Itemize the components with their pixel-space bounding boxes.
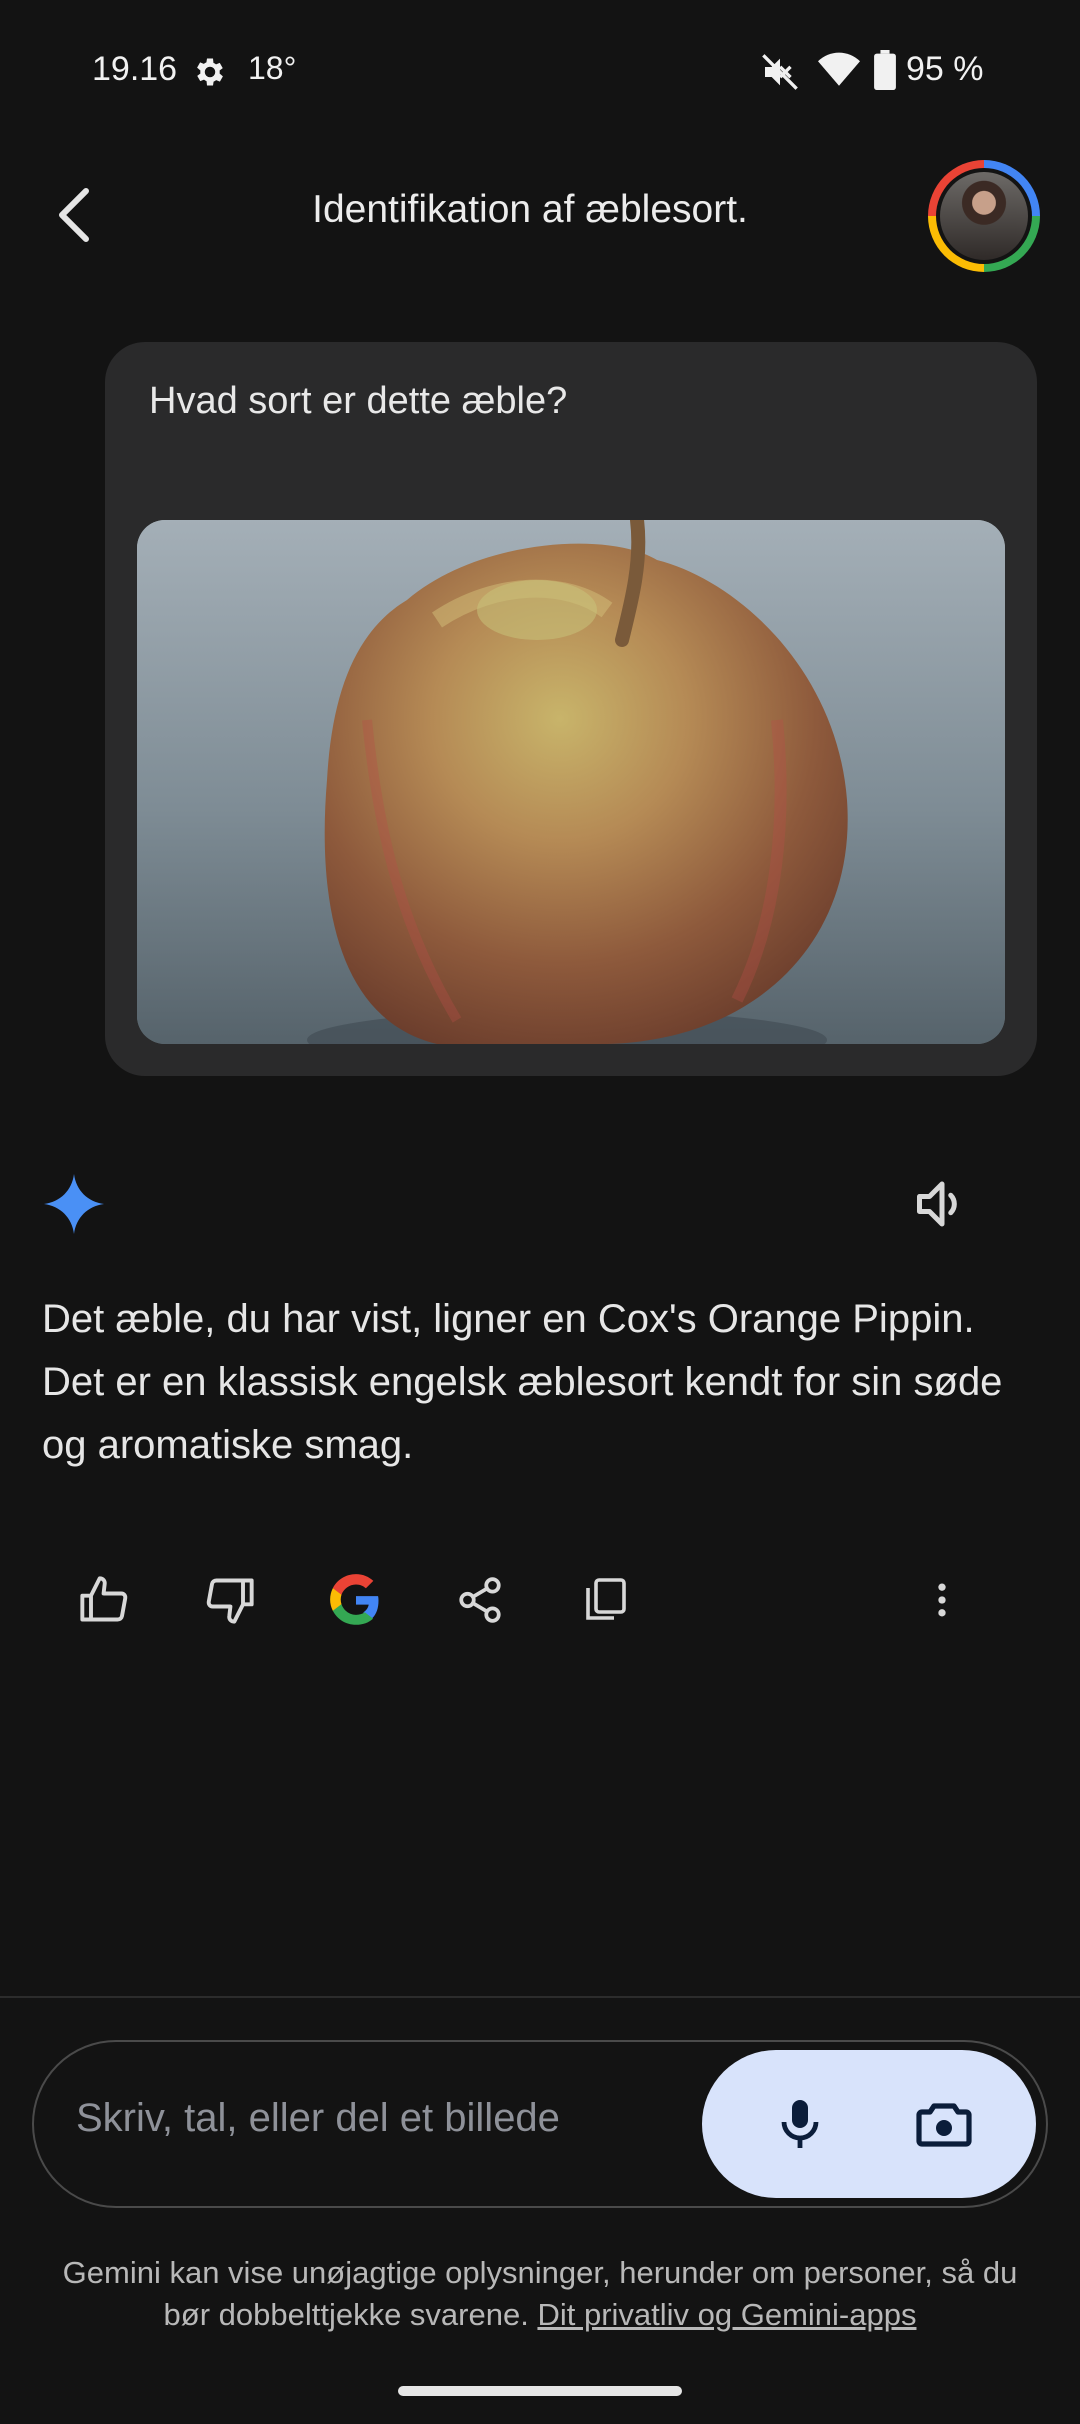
thumbs-down-icon <box>206 1578 254 1624</box>
chevron-left-icon <box>59 188 89 242</box>
thumbs-down-button[interactable] <box>202 1572 258 1628</box>
divider <box>0 1996 1080 1998</box>
avatar[interactable] <box>928 160 1040 272</box>
user-message-text: Hvad sort er dette æble? <box>149 380 568 422</box>
speaker-icon[interactable] <box>912 1174 972 1234</box>
response-header <box>0 1160 1080 1250</box>
google-check-button[interactable] <box>328 1572 384 1628</box>
response-actions <box>0 1560 1080 1640</box>
page-title: Identifikation af æblesort. <box>312 188 748 231</box>
status-bar: 19.16 18° 95 % <box>0 0 1080 140</box>
more-vert-icon <box>938 1583 946 1617</box>
thumbs-up-button[interactable] <box>76 1572 132 1628</box>
input-actions <box>702 2050 1036 2198</box>
status-time: 19.16 <box>92 50 178 88</box>
gear-icon <box>197 58 223 86</box>
prompt-input-bar[interactable]: Skriv, tal, eller del et billede <box>32 2040 1048 2208</box>
camera-button[interactable] <box>912 2092 976 2156</box>
privacy-link[interactable]: Dit privatliv og Gemini-apps <box>537 2297 916 2332</box>
more-options-button[interactable] <box>914 1572 970 1628</box>
google-icon <box>330 1574 379 1625</box>
avatar-photo <box>940 172 1028 260</box>
gemini-sparkle-icon <box>44 1174 104 1234</box>
copy-icon <box>586 1578 626 1620</box>
microphone-icon <box>781 2100 819 2148</box>
share-icon <box>459 1577 501 1623</box>
apple-photo[interactable] <box>137 520 1005 1044</box>
battery-percent: 95 % <box>906 50 984 88</box>
microphone-button[interactable] <box>768 2092 832 2156</box>
copy-button[interactable] <box>578 1572 634 1628</box>
mute-icon <box>762 54 798 90</box>
top-app-bar: Identifikation af æblesort. <box>0 160 1080 272</box>
camera-icon <box>916 2103 972 2147</box>
status-temperature: 18° <box>248 50 297 86</box>
thumbs-up-icon <box>80 1576 128 1622</box>
user-message-card: Hvad sort er dette æble? <box>105 342 1037 1076</box>
back-button[interactable] <box>44 180 104 250</box>
home-indicator[interactable] <box>398 2386 682 2396</box>
avatar-ring-gap <box>936 168 1032 264</box>
share-button[interactable] <box>452 1572 508 1628</box>
prompt-input[interactable]: Skriv, tal, eller del et billede <box>76 2096 560 2141</box>
battery-icon <box>874 50 896 90</box>
wifi-icon <box>818 52 860 86</box>
response-text: Det æble, du har vist, ligner en Cox's O… <box>42 1297 1003 1467</box>
disclaimer: Gemini kan vise unøjagtige oplysninger, … <box>40 2252 1040 2336</box>
